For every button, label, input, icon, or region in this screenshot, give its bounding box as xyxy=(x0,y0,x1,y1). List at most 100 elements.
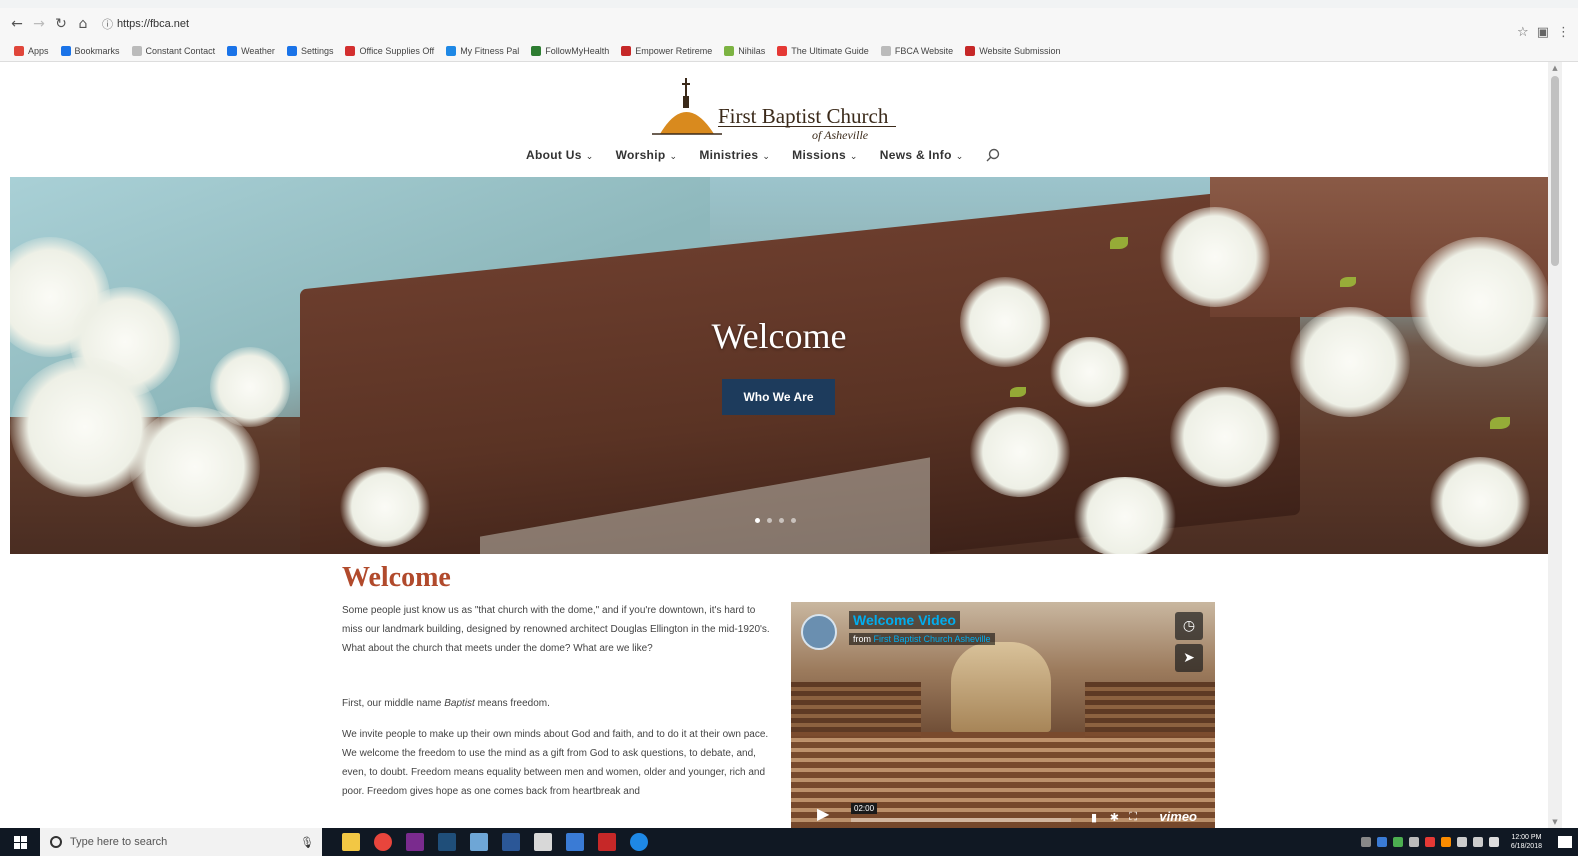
bookmark-item[interactable]: Empower Retireme xyxy=(621,45,712,56)
taskbar-clock[interactable]: 12:00 PM 6/18/2018 xyxy=(1511,833,1542,851)
tray-app-icon[interactable] xyxy=(1392,837,1403,847)
bookmark-item[interactable]: FollowMyHealth xyxy=(531,45,609,56)
bookmark-item[interactable]: Weather xyxy=(227,45,275,56)
home-icon[interactable]: ⌂ xyxy=(74,15,92,33)
back-icon[interactable]: ← xyxy=(8,15,26,33)
slider-dot[interactable] xyxy=(767,518,772,523)
network-icon[interactable] xyxy=(1456,837,1467,847)
hero-slider: Welcome Who We Are xyxy=(10,177,1548,554)
leaf xyxy=(1010,387,1026,397)
nav-news-info[interactable]: News & Info ⌄ xyxy=(880,148,964,162)
bookmark-item[interactable]: FBCA Website xyxy=(880,45,953,56)
bookmark-label: Settings xyxy=(300,45,334,56)
tray-app-icon[interactable] xyxy=(1488,837,1499,847)
slider-dot[interactable] xyxy=(791,518,796,523)
who-we-are-button[interactable]: Who We Are xyxy=(722,379,835,415)
watch-later-icon[interactable]: ◷ xyxy=(1175,612,1203,640)
taskbar-search[interactable]: Type here to search 🎙 xyxy=(40,828,322,856)
bookmark-icon xyxy=(227,45,238,56)
bookmark-label: Office Supplies Off xyxy=(359,45,435,56)
slider-dot[interactable] xyxy=(779,518,784,523)
video-title[interactable]: Welcome Video xyxy=(849,611,960,629)
acrobat-icon[interactable] xyxy=(598,833,616,851)
app-icon[interactable] xyxy=(566,833,584,851)
scroll-down-icon[interactable]: ▼ xyxy=(1551,818,1559,826)
bookmarks-bar: Apps Bookmarks Constant Contact Weather Sett… xyxy=(0,40,1578,62)
page-scrollbar[interactable]: ▲ ▼ xyxy=(1548,62,1562,828)
chevron-down-icon: ⌄ xyxy=(585,151,594,161)
volume-icon[interactable]: ▮ xyxy=(1091,811,1097,824)
bookmark-item[interactable]: My Fitness Pal xyxy=(446,45,519,56)
tray-app-icon[interactable] xyxy=(1424,837,1435,847)
menu-icon[interactable]: ⋮ xyxy=(1557,25,1570,40)
slider-dot[interactable] xyxy=(755,518,760,523)
bookmark-item[interactable]: Website Submission xyxy=(965,45,1061,56)
volume-icon[interactable] xyxy=(1472,837,1483,847)
bookmark-icon xyxy=(345,45,356,56)
paragraph-baptist: First, our middle name Baptist means fre… xyxy=(342,698,550,709)
play-icon[interactable]: ▶ xyxy=(817,804,845,824)
forward-icon[interactable]: → xyxy=(30,15,48,33)
notifications-icon[interactable] xyxy=(1558,836,1572,848)
bookmark-icon xyxy=(446,45,457,56)
bookmark-item[interactable]: Nihilas xyxy=(724,45,766,56)
video-source-link[interactable]: First Baptist Church Asheville xyxy=(874,634,991,644)
tray-app-icon[interactable] xyxy=(1440,837,1451,847)
channel-avatar[interactable] xyxy=(801,614,837,650)
people-icon[interactable] xyxy=(1360,837,1371,847)
bookmark-label: Nihilas xyxy=(738,45,766,56)
notepad-icon[interactable] xyxy=(470,833,488,851)
nav-worship[interactable]: Worship ⌄ xyxy=(616,148,678,162)
reload-icon[interactable]: ↻ xyxy=(52,15,70,33)
clock-time: 12:00 PM xyxy=(1511,834,1542,841)
search-icon[interactable] xyxy=(986,148,1000,162)
address-bar[interactable]: ⓘ https://fbca.net xyxy=(102,13,1570,35)
url-text[interactable]: https://fbca.net xyxy=(117,18,189,30)
nav-ministries[interactable]: Ministries ⌄ xyxy=(699,148,770,162)
chrome-icon[interactable] xyxy=(374,833,392,851)
bookmark-icon xyxy=(880,45,891,56)
vimeo-logo[interactable]: vimeo xyxy=(1159,809,1197,824)
start-button[interactable] xyxy=(0,828,40,856)
settings-icon[interactable]: ✱ xyxy=(1110,811,1119,824)
bookmark-item[interactable]: The Ultimate Guide xyxy=(777,45,869,56)
welcome-video-player[interactable]: Welcome Video from First Baptist Church … xyxy=(791,602,1215,828)
fullscreen-icon[interactable]: ⛶ xyxy=(1129,810,1137,824)
bookmark-label: The Ultimate Guide xyxy=(791,45,869,56)
edge-icon[interactable] xyxy=(630,833,648,851)
photoshop-icon[interactable] xyxy=(438,833,456,851)
section-title: Welcome xyxy=(342,562,451,593)
nav-missions[interactable]: Missions ⌄ xyxy=(792,148,858,162)
video-organ xyxy=(951,642,1051,732)
microphone-icon[interactable]: 🎙 xyxy=(300,836,314,849)
onenote-icon[interactable] xyxy=(406,833,424,851)
browser-tab-strip xyxy=(0,0,1578,8)
bookmark-icon xyxy=(286,45,297,56)
bookmark-item[interactable]: Apps xyxy=(14,45,49,56)
blossom xyxy=(1160,207,1270,307)
bookmark-icon xyxy=(965,45,976,56)
nav-about-us[interactable]: About Us ⌄ xyxy=(526,148,594,162)
file-explorer-icon[interactable] xyxy=(342,833,360,851)
tray-app-icon[interactable] xyxy=(1408,837,1419,847)
star-icon[interactable]: ☆ xyxy=(1517,25,1529,40)
info-icon[interactable]: ⓘ xyxy=(102,16,113,32)
extension-icon[interactable]: ▣ xyxy=(1537,25,1549,40)
church-logo[interactable]: First Baptist Church of Asheville xyxy=(652,66,912,146)
nav-label: News & Info xyxy=(879,148,952,162)
logo-rule xyxy=(718,126,896,127)
scroll-up-icon[interactable]: ▲ xyxy=(1551,64,1559,72)
word-icon[interactable] xyxy=(502,833,520,851)
video-progress-bar[interactable] xyxy=(851,818,1071,822)
blossom xyxy=(1170,387,1280,487)
video-source[interactable]: from First Baptist Church Asheville xyxy=(849,633,995,645)
bookmark-item[interactable]: Office Supplies Off xyxy=(345,45,435,56)
bookmark-item[interactable]: Settings xyxy=(286,45,334,56)
bookmark-item[interactable]: Bookmarks xyxy=(60,45,120,56)
paint-icon[interactable] xyxy=(534,833,552,851)
bookmark-item[interactable]: Constant Contact xyxy=(131,45,215,56)
share-icon[interactable]: ➤ xyxy=(1175,644,1203,672)
blossom xyxy=(1430,457,1530,547)
scroll-thumb[interactable] xyxy=(1551,76,1559,266)
tray-app-icon[interactable] xyxy=(1376,837,1387,847)
